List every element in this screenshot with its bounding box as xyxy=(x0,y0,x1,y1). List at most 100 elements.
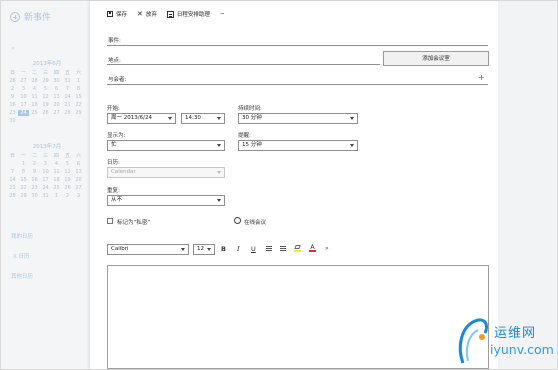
calendar-day[interactable]: 24 xyxy=(40,185,51,191)
calendar-day[interactable]: 7 xyxy=(7,169,18,175)
calendar-day[interactable]: 28 xyxy=(29,78,40,84)
calendar-day[interactable]: 3 xyxy=(73,193,84,199)
calendar-day[interactable]: 2 xyxy=(62,193,73,199)
calendar-day[interactable]: 23 xyxy=(7,110,18,116)
calendar-day[interactable]: 22 xyxy=(18,185,29,191)
more-options-button[interactable]: ··· xyxy=(220,11,225,18)
calendar-day[interactable]: 10 xyxy=(18,94,29,100)
calendar-day[interactable]: 23 xyxy=(29,185,40,191)
duration-select[interactable]: 30 分钟 xyxy=(238,113,358,124)
font-family-select[interactable]: Calibri xyxy=(107,244,189,255)
calendar-day[interactable]: 8 xyxy=(73,86,84,92)
calendar-day[interactable]: 15 xyxy=(73,94,84,100)
show-as-select[interactable]: 忙 xyxy=(107,140,225,151)
calendar-day[interactable]: 5 xyxy=(62,161,73,167)
italic-button[interactable]: I xyxy=(237,245,240,253)
calendar-day[interactable]: 17 xyxy=(40,177,51,183)
calendar-day[interactable]: 1 xyxy=(18,161,29,167)
calendar-day[interactable]: 13 xyxy=(51,94,62,100)
font-color-icon[interactable]: A xyxy=(309,244,316,252)
discard-button[interactable]: ✕ 放弃 xyxy=(137,10,157,19)
calendar-day[interactable]: 27 xyxy=(18,78,29,84)
calendar-day[interactable]: 28 xyxy=(62,110,73,116)
online-meeting-label[interactable]: 在线会议 xyxy=(244,218,266,226)
private-checkbox[interactable] xyxy=(107,218,113,224)
my-calendars-header[interactable]: 我的日历 xyxy=(11,232,33,240)
save-button[interactable]: 保存 xyxy=(107,10,127,18)
calendar-day[interactable]: 2 xyxy=(7,86,18,92)
numbered-list-icon[interactable] xyxy=(280,246,286,252)
calendar-day[interactable]: 29 xyxy=(40,78,51,84)
add-attendee-icon[interactable]: + xyxy=(478,74,485,82)
online-meeting-icon[interactable] xyxy=(234,217,241,224)
bullet-list-icon[interactable] xyxy=(266,246,272,252)
repeat-select[interactable]: 从不 xyxy=(107,195,225,206)
reminder-select[interactable]: 15 分钟 xyxy=(238,140,358,151)
calendar-day[interactable]: 15 xyxy=(18,177,29,183)
calendar-day[interactable]: 26 xyxy=(40,110,51,116)
calendar-day[interactable]: 16 xyxy=(29,177,40,183)
calendar-day[interactable]: 9 xyxy=(7,94,18,100)
calendar-day[interactable]: 12 xyxy=(62,169,73,175)
scheduling-assistant-button[interactable]: 日程安排助理 xyxy=(166,10,210,18)
calendar-day[interactable]: 20 xyxy=(51,102,62,108)
calendar-day[interactable]: 5 xyxy=(40,86,51,92)
new-event-button[interactable]: 新事件 xyxy=(10,10,51,23)
calendar-day[interactable]: 6 xyxy=(51,86,62,92)
location-input[interactable] xyxy=(107,64,380,65)
underline-button[interactable]: U xyxy=(251,245,256,253)
calendar-day[interactable]: 16 xyxy=(7,102,18,108)
attendees-input[interactable] xyxy=(107,84,488,85)
calendar-day[interactable]: 11 xyxy=(29,94,40,100)
calendar-day[interactable]: 1 xyxy=(51,193,62,199)
calendar-day[interactable]: 11 xyxy=(51,169,62,175)
calendar-day[interactable]: 1 xyxy=(73,78,84,84)
calendar-day[interactable]: 25 xyxy=(51,185,62,191)
calendar-day[interactable]: 3 xyxy=(18,86,29,92)
calendar-day[interactable]: 28 xyxy=(7,193,18,199)
calendar-day[interactable]: 14 xyxy=(62,94,73,100)
calendar-day[interactable]: 25 xyxy=(29,110,40,116)
calendar-day[interactable]: 19 xyxy=(40,102,51,108)
calendar-day[interactable]: 19 xyxy=(62,177,73,183)
calendar-day[interactable]: 12 xyxy=(40,94,51,100)
calendar-day[interactable]: 30 xyxy=(51,78,62,84)
calendar-day-selected[interactable]: 24 xyxy=(18,110,29,116)
calendar-day[interactable]: 6 xyxy=(73,161,84,167)
calendar-day[interactable]: 2 xyxy=(29,161,40,167)
calendar-day[interactable]: 30 xyxy=(7,118,18,124)
calendar-day[interactable]: 18 xyxy=(29,102,40,108)
more-format-icon[interactable]: » xyxy=(325,245,329,252)
calendar-day[interactable]: 9 xyxy=(29,169,40,175)
other-calendars-header[interactable]: 其他日历 xyxy=(11,272,33,280)
calendar-day[interactable]: 30 xyxy=(29,193,40,199)
calendar-day[interactable]: 18 xyxy=(51,177,62,183)
calendar-day[interactable]: 26 xyxy=(62,185,73,191)
calendar-day[interactable]: 21 xyxy=(7,185,18,191)
calendar-day[interactable]: 3 xyxy=(40,161,51,167)
calendar-day[interactable]: 22 xyxy=(73,102,84,108)
calendar-day[interactable]: 29 xyxy=(18,193,29,199)
message-body-editor[interactable] xyxy=(107,265,489,369)
highlight-icon[interactable] xyxy=(294,245,301,252)
calendar-day[interactable]: 27 xyxy=(51,110,62,116)
collapse-chevron-icon[interactable]: « xyxy=(11,45,15,52)
calendar-item[interactable]: X 日历 xyxy=(13,252,30,260)
start-time-select[interactable]: 14:30 xyxy=(181,113,225,124)
calendar-day[interactable]: 17 xyxy=(18,102,29,108)
calendar-day[interactable]: 10 xyxy=(40,169,51,175)
start-date-select[interactable]: 周一 2013/6/24 xyxy=(107,113,176,124)
calendar-day[interactable]: 21 xyxy=(62,102,73,108)
bold-button[interactable]: B xyxy=(221,245,226,253)
calendar-day[interactable]: 13 xyxy=(73,169,84,175)
calendar-select[interactable]: Calendar xyxy=(107,167,225,178)
event-subject-input[interactable] xyxy=(107,45,488,46)
calendar-day[interactable]: 7 xyxy=(62,86,73,92)
calendar-day[interactable]: 31 xyxy=(40,193,51,199)
calendar-day[interactable]: 29 xyxy=(73,110,84,116)
add-room-button[interactable]: 添加会议室 xyxy=(383,51,489,66)
calendar-day[interactable]: 26 xyxy=(7,78,18,84)
calendar-day[interactable]: 27 xyxy=(73,185,84,191)
calendar-day[interactable]: 14 xyxy=(7,177,18,183)
calendar-day[interactable]: 4 xyxy=(29,86,40,92)
